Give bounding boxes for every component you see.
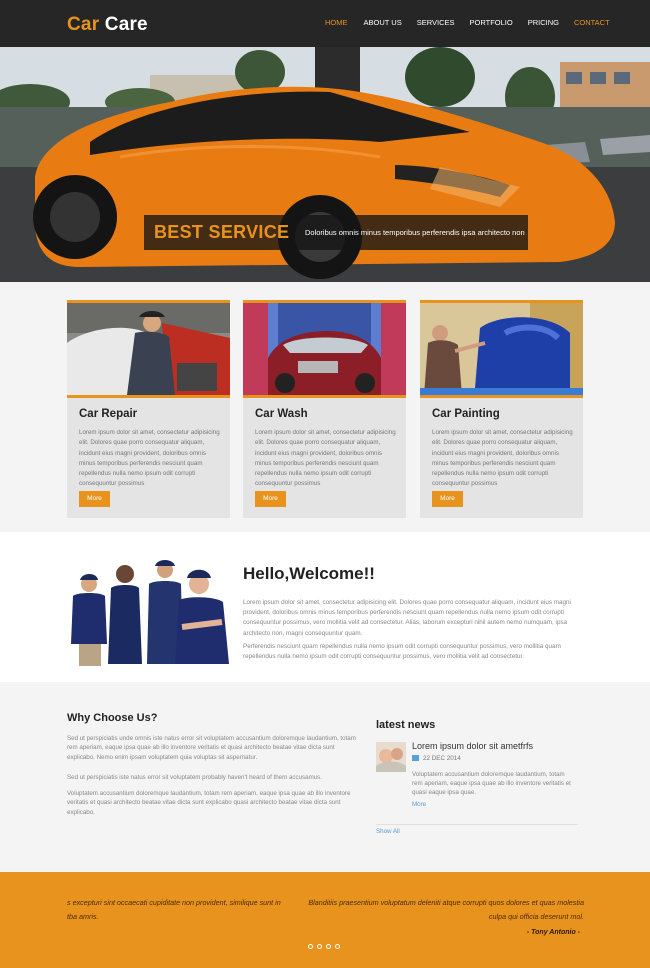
slider-dot[interactable] xyxy=(308,944,313,949)
services-section: Car Repair Lorem ipsum dolor sit amet, c… xyxy=(0,282,650,532)
news-date: 22 DEC 2014 xyxy=(412,755,461,762)
more-button[interactable]: More xyxy=(79,491,110,507)
news-body: Voluptatem accusantium doloremque laudan… xyxy=(412,771,571,797)
nav-about-us[interactable]: ABOUT US xyxy=(364,18,402,27)
why-news-section: Why Choose Us? Sed ut perspiciatis unde … xyxy=(0,682,650,872)
nav-pricing[interactable]: PRICING xyxy=(528,18,559,27)
testimonial-author: - Tony Antonio - xyxy=(526,929,580,936)
hero-caption: BEST SERVICE Doloribus omnis minus tempo… xyxy=(144,215,528,250)
welcome-paragraph-2: Perferendis nesciunt quam repellendus nu… xyxy=(243,643,561,661)
welcome-section: Hello,Welcome!! Lorem ipsum dolor sit am… xyxy=(0,532,650,682)
nav-home[interactable]: HOME xyxy=(325,18,348,27)
brand-logo[interactable]: Car Care xyxy=(67,14,148,36)
nav-portfolio[interactable]: PORTFOLIO xyxy=(470,18,513,27)
hero-text: Doloribus omnis minus temporibus perfere… xyxy=(305,228,525,237)
slider-dot[interactable] xyxy=(317,944,322,949)
more-button[interactable]: More xyxy=(255,491,286,507)
why-paragraph-3: Voluptatem accusantium doloremque laudan… xyxy=(67,790,351,816)
news-more-link[interactable]: More xyxy=(412,801,426,808)
service-body: Lorem ipsum dolor sit amet, consectetur … xyxy=(79,429,220,488)
top-nav: Car Care HOME ABOUT US SERVICES PORTFOLI… xyxy=(0,0,650,47)
calendar-icon xyxy=(412,755,419,762)
service-card-car-wash: Car Wash Lorem ipsum dolor sit amet, con… xyxy=(243,300,406,518)
divider xyxy=(376,824,578,825)
slider-dot[interactable] xyxy=(326,944,331,949)
car-wash-image xyxy=(243,300,406,398)
slider-dots xyxy=(308,944,340,949)
service-title: Car Painting xyxy=(432,408,500,420)
welcome-title: Hello,Welcome!! xyxy=(243,564,375,583)
why-paragraph-2: Sed ut perspiciatis iste natus error sit… xyxy=(67,774,322,781)
service-title: Car Repair xyxy=(79,408,138,420)
car-repair-image xyxy=(67,300,230,398)
why-paragraph-1: Sed ut perspiciatis unde omnis iste natu… xyxy=(67,735,356,761)
news-date-text: 22 DEC 2014 xyxy=(423,755,461,762)
main-menu: HOME ABOUT US SERVICES PORTFOLIO PRICING… xyxy=(325,18,610,27)
service-body: Lorem ipsum dolor sit amet, consectetur … xyxy=(255,429,396,488)
slider-dot[interactable] xyxy=(335,944,340,949)
service-card-car-painting: Car Painting Lorem ipsum dolor sit amet,… xyxy=(420,300,583,518)
nav-services[interactable]: SERVICES xyxy=(417,18,455,27)
hero-title: BEST SERVICE xyxy=(154,222,290,242)
more-button[interactable]: More xyxy=(432,491,463,507)
show-all-link[interactable]: Show All xyxy=(376,828,400,835)
testimonial-right: Blanditiis praesentium voluptatum deleni… xyxy=(308,898,584,921)
service-title: Car Wash xyxy=(255,408,308,420)
team-photo xyxy=(67,552,232,672)
logo-part-1: Car xyxy=(67,14,100,35)
news-title: latest news xyxy=(376,719,436,731)
logo-part-2: Care xyxy=(99,14,148,35)
hero-banner: BEST SERVICE Doloribus omnis minus tempo… xyxy=(0,47,650,282)
car-painting-image xyxy=(420,300,583,398)
welcome-paragraph-1: Lorem ipsum dolor sit amet, consectetur … xyxy=(243,599,571,637)
news-thumbnail[interactable] xyxy=(376,742,406,772)
testimonial-section: s excepturi sint occaecati cupiditate no… xyxy=(0,872,650,968)
testimonial-left: s excepturi sint occaecati cupiditate no… xyxy=(67,898,281,921)
service-body: Lorem ipsum dolor sit amet, consectetur … xyxy=(432,429,573,488)
why-title: Why Choose Us? xyxy=(67,712,158,724)
service-card-car-repair: Car Repair Lorem ipsum dolor sit amet, c… xyxy=(67,300,230,518)
news-headline[interactable]: Lorem ipsum dolor sit ametfrfs xyxy=(412,741,533,751)
nav-contact[interactable]: CONTACT xyxy=(574,18,610,27)
